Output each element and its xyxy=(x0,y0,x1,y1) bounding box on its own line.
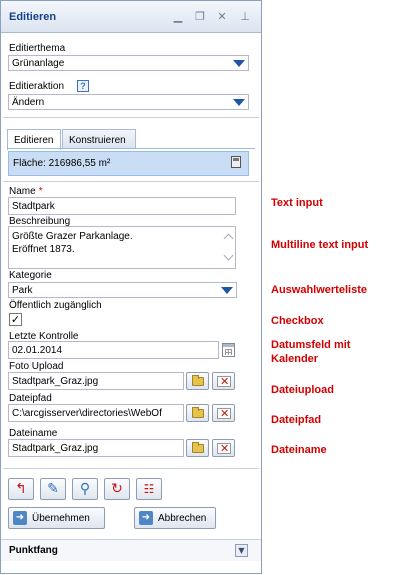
tab-konstruieren[interactable]: Konstruieren xyxy=(62,129,136,149)
editieraktion-label: Editieraktion xyxy=(9,81,65,92)
pin-icon[interactable]: ⊥ xyxy=(238,10,252,24)
name-input[interactable]: Stadtpark xyxy=(8,197,236,215)
required-marker: * xyxy=(38,186,43,197)
annotation-name: Dateiname xyxy=(271,444,327,456)
arrow-right-icon: ➜ xyxy=(13,511,27,525)
annotation-upload: Dateiupload xyxy=(271,384,334,396)
oeffentlich-checkbox[interactable]: ✓ xyxy=(9,313,22,326)
beschreibung-line-1: Größte Grazer Parkanlage. xyxy=(12,231,133,242)
dateiname-label: Dateiname xyxy=(9,428,58,439)
punktfang-section[interactable]: Punktfang ▼ xyxy=(1,539,261,561)
annotation-auswahl: Auswahlwerteliste xyxy=(271,284,367,296)
area-text: Fläche: 216986,55 m² xyxy=(13,158,111,169)
delete-button[interactable] xyxy=(212,404,235,422)
delete-button[interactable] xyxy=(212,439,235,457)
tab-strip: Editieren Konstruieren xyxy=(7,127,255,150)
annotation-checkbox: Checkbox xyxy=(271,315,324,327)
tab-editieren[interactable]: Editieren xyxy=(7,129,61,150)
panel-titlebar: Editieren ▁ ❐ ✕ ⊥ xyxy=(1,1,261,33)
close-icon[interactable]: ✕ xyxy=(215,10,229,24)
attribute-table-icon[interactable]: ☷ xyxy=(136,478,162,500)
tab-underline xyxy=(7,148,255,149)
divider xyxy=(3,117,259,118)
delete-icon xyxy=(217,407,231,420)
folder-icon xyxy=(192,442,204,453)
area-display: Fläche: 216986,55 m² xyxy=(8,151,249,176)
delete-icon xyxy=(217,375,231,388)
annotation-multiline: Multiline text input xyxy=(271,239,369,251)
delete-icon xyxy=(217,442,231,455)
annotation-pfad: Dateipfad xyxy=(271,414,322,426)
zoom-icon[interactable]: ⚲ xyxy=(72,478,98,500)
redo-icon[interactable]: ↻ xyxy=(104,478,130,500)
folder-icon xyxy=(192,407,204,418)
foto-upload-label: Foto Upload xyxy=(9,361,64,372)
browse-button[interactable] xyxy=(186,439,209,457)
annotation-text-input: Text input xyxy=(271,197,323,209)
beschreibung-line-2: Eröffnet 1873. xyxy=(12,244,75,255)
kategorie-value: Park xyxy=(12,285,33,296)
restore-icon[interactable]: ❐ xyxy=(193,10,207,24)
editieraktion-select[interactable]: Ändern xyxy=(8,94,249,110)
foto-upload-input[interactable]: Stadtpark_Graz.jpg xyxy=(8,372,184,390)
editierthema-value: Grünanlage xyxy=(12,58,65,69)
divider xyxy=(3,181,259,182)
kategorie-label: Kategorie xyxy=(9,270,52,281)
dateipfad-label: Dateipfad xyxy=(9,393,52,404)
name-label-text: Name xyxy=(9,186,36,197)
browse-button[interactable] xyxy=(186,404,209,422)
expand-icon[interactable]: ▼ xyxy=(235,544,248,557)
apply-label: Übernehmen xyxy=(32,513,90,524)
folder-icon xyxy=(192,375,204,386)
editierthema-label: Editierthema xyxy=(9,43,66,54)
minimize-icon[interactable]: ▁ xyxy=(171,10,185,24)
cancel-button[interactable]: ➜ Abbrechen xyxy=(134,507,216,529)
edit-panel: Editieren ▁ ❐ ✕ ⊥ Editierthema Grünanlag… xyxy=(0,0,262,574)
kategorie-select[interactable]: Park xyxy=(8,282,237,298)
editieraktion-value: Ändern xyxy=(12,97,45,108)
scroll-up-icon[interactable] xyxy=(223,232,233,242)
scroll-down-icon[interactable] xyxy=(223,252,233,262)
calendar-icon[interactable] xyxy=(222,343,235,357)
chevron-down-icon[interactable] xyxy=(233,99,245,106)
oeffentlich-label: Öffentlich zugänglich xyxy=(9,300,102,311)
chevron-down-icon[interactable] xyxy=(221,287,233,294)
arrow-right-icon: ➜ xyxy=(139,511,153,525)
delete-button[interactable] xyxy=(212,372,235,390)
editierthema-select[interactable]: Grünanlage xyxy=(8,55,249,71)
divider xyxy=(3,468,259,469)
browse-button[interactable] xyxy=(186,372,209,390)
punktfang-title: Punktfang xyxy=(9,545,58,556)
panel-title: Editieren xyxy=(9,11,57,23)
beschreibung-textarea[interactable]: Größte Grazer Parkanlage. Eröffnet 1873. xyxy=(8,226,236,269)
apply-button[interactable]: ➜ Übernehmen xyxy=(8,507,105,529)
annotation-datum: Datumsfeld mit Kalender xyxy=(271,339,351,365)
undo-icon[interactable]: ↰ xyxy=(8,478,34,500)
textarea-scrollbar[interactable] xyxy=(222,229,234,267)
dateipfad-input[interactable]: C:\arcgisserver\directories\WebOf xyxy=(8,404,184,422)
name-label: Name * xyxy=(9,186,43,197)
calculator-icon[interactable] xyxy=(231,156,241,168)
help-icon[interactable]: ? xyxy=(77,80,89,92)
dateiname-input[interactable]: Stadtpark_Graz.jpg xyxy=(8,439,184,457)
cancel-label: Abbrechen xyxy=(158,513,207,524)
vertex-edit-icon[interactable]: ✎ xyxy=(40,478,66,500)
chevron-down-icon[interactable] xyxy=(233,60,245,67)
date-input[interactable]: 02.01.2014 xyxy=(8,341,219,359)
